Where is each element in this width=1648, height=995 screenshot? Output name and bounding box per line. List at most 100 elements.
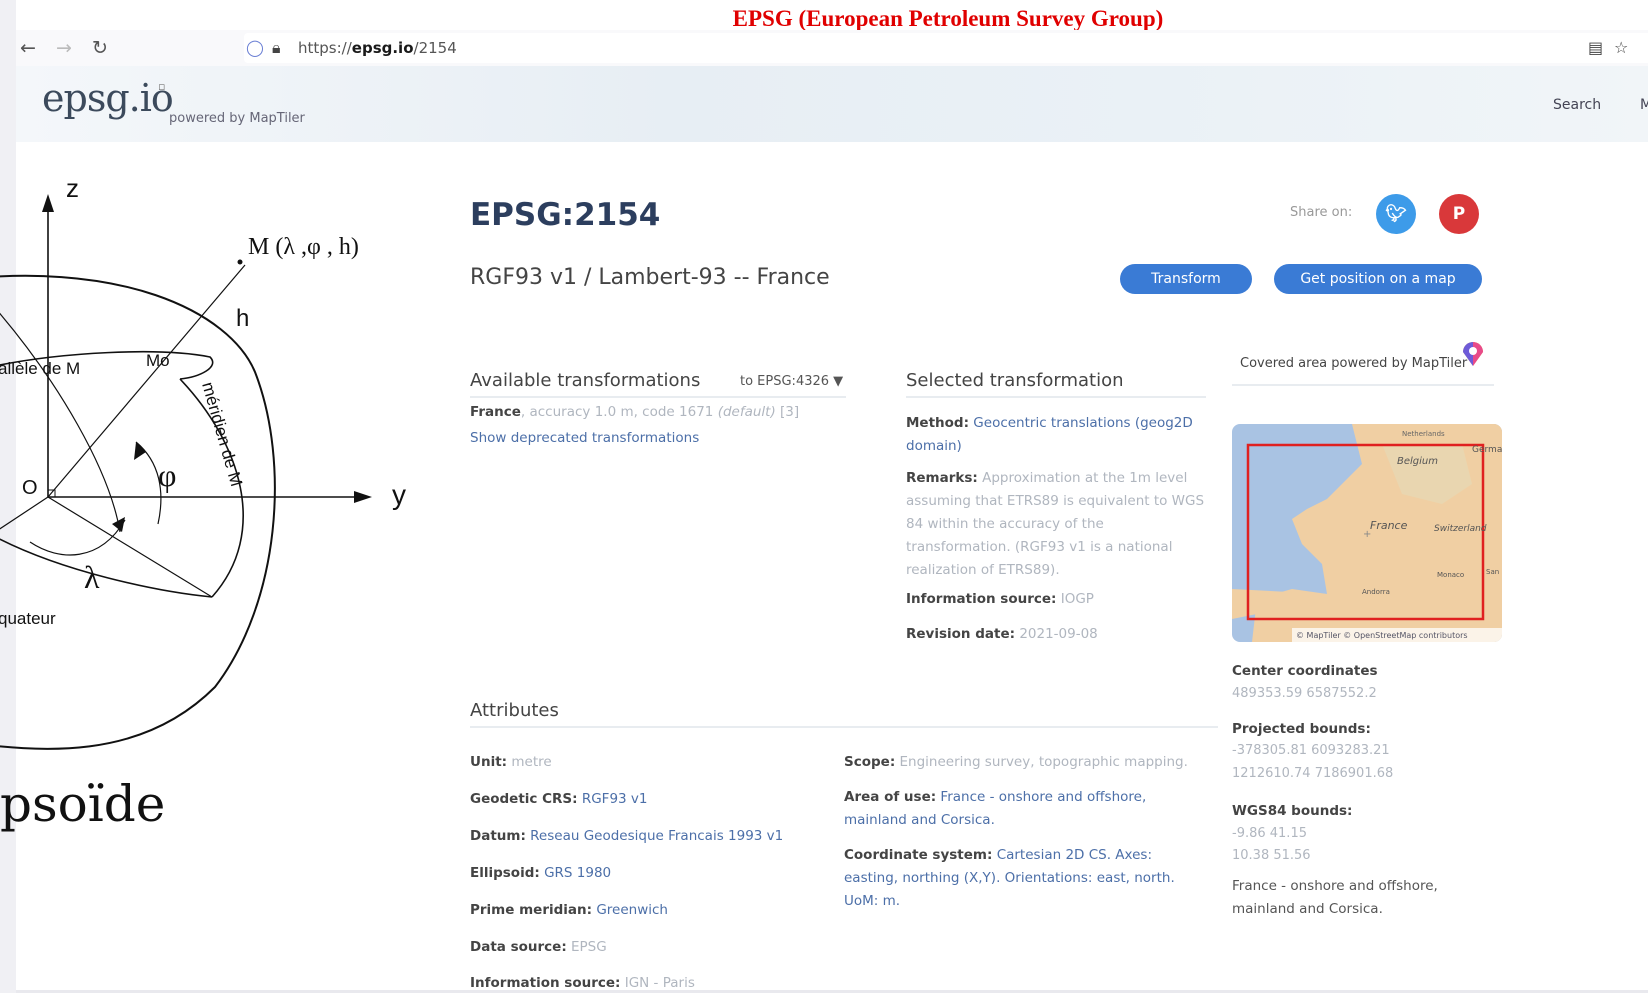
radial-line xyxy=(47,496,213,598)
info-source-field: Information source: IOGP xyxy=(906,588,1206,611)
powered-by[interactable]: powered by MapTiler xyxy=(169,111,305,126)
h-label: h xyxy=(236,305,249,332)
unit-value: metre xyxy=(511,754,552,770)
scope-value: Engineering survey, topographic mapping. xyxy=(899,754,1188,770)
info-source-label: Information source: xyxy=(906,591,1057,607)
svg-text:+: + xyxy=(1363,529,1371,540)
datum-link[interactable]: Reseau Geodesique Francais 1993 v1 xyxy=(530,828,783,844)
information-source-value: IGN - Paris xyxy=(624,975,695,991)
twitter-share-button[interactable]: 🐦︎ xyxy=(1376,194,1416,234)
data-source-field: Data source: EPSG xyxy=(470,936,830,959)
crs-name: RGF93 v1 / Lambert-93 -- France xyxy=(470,265,830,290)
scope-label: Scope: xyxy=(844,754,896,770)
z-axis-label: z xyxy=(66,173,79,203)
target-crs-select[interactable]: to EPSG:4326 ▼ xyxy=(740,374,843,389)
projected-bounds-min: -378305.81 6093283.21 xyxy=(1232,743,1390,758)
reader-view-icon[interactable]: ▤ xyxy=(1588,30,1603,66)
area-of-use-label: Area of use: xyxy=(844,789,937,805)
transformation-name: France xyxy=(470,404,521,420)
map-label: San xyxy=(1486,568,1499,576)
selected-transformation-title: Selected transformation xyxy=(906,370,1124,391)
scope-field: Scope: Engineering survey, topographic m… xyxy=(844,751,1209,774)
ellipsoid-title: psoïde xyxy=(0,775,166,833)
divider xyxy=(1232,384,1494,386)
parallel-label: allèle de M xyxy=(0,359,80,378)
method-field: Method: Geocentric translations (geog2D … xyxy=(906,412,1201,458)
equator-label: quateur xyxy=(0,609,56,628)
wgs84-bounds-min: -9.86 41.15 xyxy=(1232,826,1307,841)
shield-icon[interactable]: ◯ xyxy=(246,30,264,66)
origin-label: O xyxy=(22,477,38,499)
prime-meridian-field: Prime meridian: Greenwich xyxy=(470,899,830,922)
lambda-label: λ xyxy=(84,559,100,595)
datum-label: Datum: xyxy=(470,828,526,844)
center-coordinates-label: Center coordinates xyxy=(1232,663,1378,679)
remarks-value: Approximation at the 1m level assuming t… xyxy=(906,470,1205,578)
lock-icon: 🔒︎ xyxy=(272,38,281,57)
back-icon[interactable]: ← xyxy=(20,30,36,66)
logo-mark-icon: ▫︎ xyxy=(158,80,166,93)
revision-date-value: 2021-09-08 xyxy=(1019,626,1098,642)
get-position-button[interactable]: Get position on a map xyxy=(1274,264,1482,294)
twitter-icon: 🐦︎ xyxy=(1385,204,1407,224)
prime-meridian-link[interactable]: Greenwich xyxy=(596,902,668,918)
remarks-label: Remarks: xyxy=(906,470,978,486)
datum-field: Datum: Reseau Geodesique Francais 1993 v… xyxy=(470,825,830,848)
coverage-map[interactable]: Netherlands Belgium Germa France Switzer… xyxy=(1232,424,1502,642)
transform-button[interactable]: Transform xyxy=(1120,264,1252,294)
share-label: Share on: xyxy=(1290,205,1353,220)
unit-field: Unit: metre xyxy=(470,751,830,774)
wgs84-bounds-max: 10.38 51.56 xyxy=(1232,848,1311,863)
data-source-value: EPSG xyxy=(571,939,607,955)
transformation-detail: , accuracy 1.0 m, code 1671 xyxy=(520,404,718,420)
nav-more[interactable]: M xyxy=(1640,97,1648,113)
ellipsoid-field: Ellipsoid: GRS 1980 xyxy=(470,862,830,885)
divider xyxy=(470,726,1218,728)
forward-icon[interactable]: → xyxy=(56,30,72,66)
page-banner: EPSG (European Petroleum Survey Group) xyxy=(732,6,1164,31)
remarks-field: Remarks: Approximation at the 1m level a… xyxy=(906,467,1211,582)
coordinate-system-field: Coordinate system: Cartesian 2D CS. Axes… xyxy=(844,844,1209,913)
prime-meridian-label: Prime meridian: xyxy=(470,902,593,918)
map-label: Monaco xyxy=(1437,571,1464,579)
geodetic-crs-label: Geodetic CRS: xyxy=(470,791,578,807)
lambda-arc xyxy=(29,519,126,556)
point-m-label: M (λ ,φ , h) xyxy=(248,234,359,260)
area-of-use-field: Area of use: France - onshore and offsho… xyxy=(844,786,1209,832)
maptiler-logo-icon xyxy=(1463,342,1483,366)
information-source-label: Information source: xyxy=(470,975,621,991)
reload-icon[interactable]: ↻ xyxy=(92,30,108,66)
y-axis-label: y xyxy=(392,479,406,510)
divider xyxy=(470,396,846,398)
ellipsoid-outline xyxy=(0,274,276,750)
url-text[interactable]: https://epsg.io/2154 xyxy=(298,30,457,66)
pinterest-icon: P xyxy=(1452,204,1466,224)
projected-bounds-max: 1212610.74 7186901.68 xyxy=(1232,766,1394,781)
nav-search[interactable]: Search xyxy=(1553,97,1601,113)
transformation-ref: [3] xyxy=(780,404,800,420)
map-label: France xyxy=(1370,519,1408,532)
page-title: EPSG:2154 xyxy=(470,197,661,233)
divider xyxy=(906,396,1206,398)
pinterest-share-button[interactable]: P xyxy=(1439,194,1479,234)
transformation-default: (default) xyxy=(717,404,776,420)
ellipsoid-link[interactable]: GRS 1980 xyxy=(544,865,611,881)
site-logo[interactable]: epsg.io xyxy=(42,76,174,120)
transformation-item[interactable]: France, accuracy 1.0 m, code 1671 (defau… xyxy=(470,404,799,420)
data-source-label: Data source: xyxy=(470,939,567,955)
ellipsoid-label: Ellipsoid: xyxy=(470,865,540,881)
bookmark-star-icon[interactable]: ☆ xyxy=(1614,30,1628,66)
revision-date-field: Revision date: 2021-09-08 xyxy=(906,623,1206,646)
mo-label: Mo xyxy=(146,351,170,370)
show-deprecated-link[interactable]: Show deprecated transformations xyxy=(470,430,699,446)
geodetic-crs-link[interactable]: RGF93 v1 xyxy=(582,791,648,807)
revision-date-label: Revision date: xyxy=(906,626,1016,642)
map-label: Switzerland xyxy=(1434,524,1487,534)
info-source-value: IOGP xyxy=(1060,591,1094,607)
main-content: EPSG:2154 RGF93 v1 / Lambert-93 -- Franc… xyxy=(470,142,1640,993)
coordinate-system-label: Coordinate system: xyxy=(844,847,993,863)
center-coordinates-value: 489353.59 6587552.2 xyxy=(1232,686,1377,701)
front-radius xyxy=(0,496,49,530)
available-transformations-title: Available transformations xyxy=(470,370,701,391)
coverage-area-text: France - onshore and offshore, mainland … xyxy=(1232,878,1438,917)
